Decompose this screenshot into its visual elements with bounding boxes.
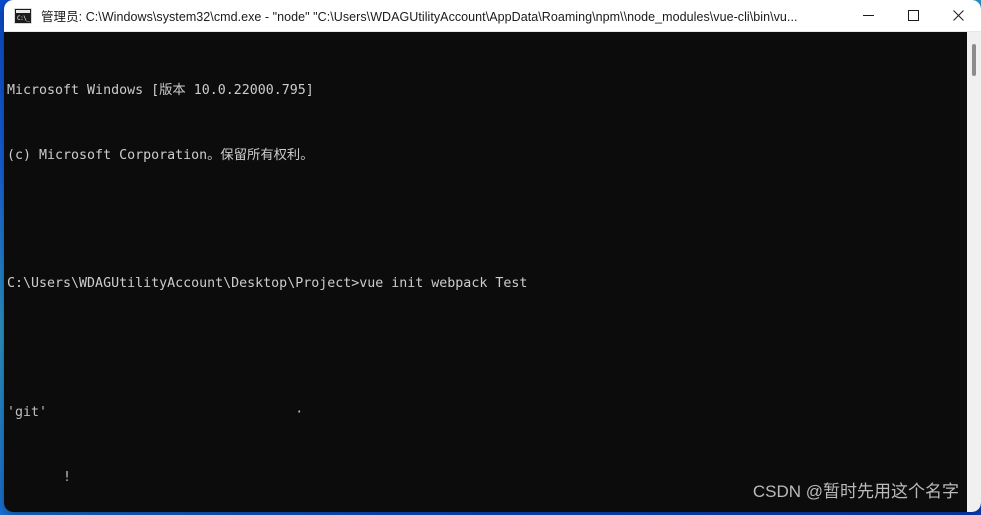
console-command-line: C:\Users\WDAGUtilityAccount\Desktop\Proj… [7, 276, 528, 292]
cmd-icon-prompt-glyph: C:\_ [17, 14, 30, 22]
console-line-mojibake: 'git' ￼ ￼ ￼ ￼ ￼ ￼ ￼ ￼ ￼ ￼ ￼ ￼ ￼ ￼ ￼ · ￼ … [7, 405, 512, 421]
console-scrollbar[interactable] [967, 32, 981, 512]
window-controls [846, 0, 981, 32]
window-titlebar[interactable]: C:\_ 管理员: C:\Windows\system32\cmd.exe - … [4, 0, 981, 32]
desktop-background: C:\_ 管理员: C:\Windows\system32\cmd.exe - … [0, 0, 981, 515]
cmd-icon-titlebar-stripe [16, 9, 30, 13]
minimize-icon [863, 15, 874, 16]
maximize-button[interactable] [891, 0, 936, 32]
console-text-buffer: Microsoft Windows [版本 10.0.22000.795] (c… [7, 35, 963, 512]
scrollbar-thumb[interactable] [972, 44, 976, 76]
cmd-icon: C:\_ [14, 7, 32, 24]
maximize-icon [908, 10, 919, 21]
minimize-button[interactable] [846, 0, 891, 32]
console-line: Microsoft Windows [版本 10.0.22000.795] [7, 83, 314, 99]
close-button[interactable] [936, 0, 981, 32]
close-icon [953, 10, 964, 21]
console-line-mojibake: ￼￼￼￼￼￼￼! ￼ [7, 469, 88, 485]
console-line: (c) Microsoft Corporation。保留所有权利。 [7, 147, 314, 163]
cmd-window: C:\_ 管理员: C:\Windows\system32\cmd.exe - … [4, 0, 981, 512]
console-output-area[interactable]: Microsoft Windows [版本 10.0.22000.795] (c… [4, 32, 981, 512]
window-title: 管理员: C:\Windows\system32\cmd.exe - "node… [41, 10, 798, 24]
